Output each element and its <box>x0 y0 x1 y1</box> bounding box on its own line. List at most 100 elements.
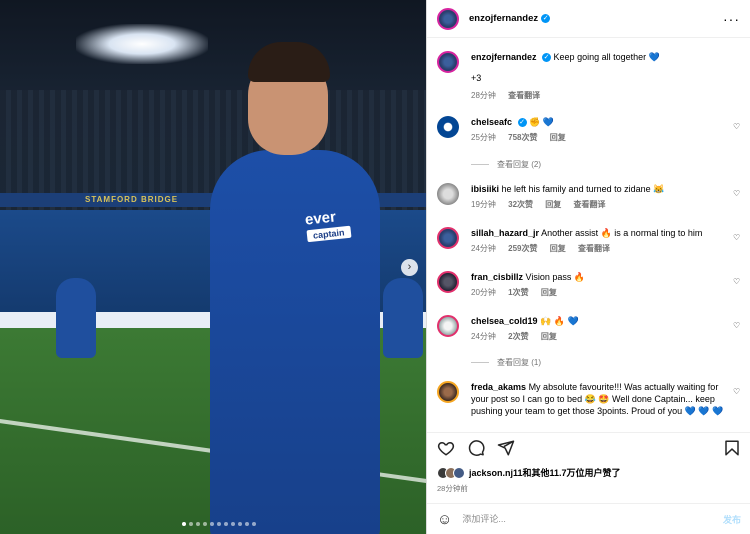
comment-likes[interactable]: 2次赞 <box>508 332 528 341</box>
reply-button[interactable]: 回复 <box>545 200 561 209</box>
reply-button[interactable]: 回复 <box>550 244 566 253</box>
commenter-avatar[interactable] <box>437 227 459 249</box>
comment-meta: 25分钟 758次赞 回复 <box>471 132 741 143</box>
like-comment-icon[interactable]: ♡ <box>733 277 741 286</box>
comment-text: chelseafc ✓ ✊ 💙 <box>471 116 727 128</box>
comment-item: ibisiiki he left his family and turned t… <box>437 183 741 210</box>
carousel-dot <box>196 522 200 526</box>
comment-icon[interactable] <box>467 439 485 457</box>
caption-avatar[interactable] <box>437 51 459 73</box>
carousel-dot <box>245 522 249 526</box>
caption-translate-link[interactable]: 查看翻译 <box>508 91 540 100</box>
commenter-avatar[interactable] <box>437 116 459 138</box>
share-icon[interactable] <box>497 439 515 457</box>
commenter-avatar[interactable] <box>437 381 459 403</box>
verified-icon: ✓ <box>542 53 552 63</box>
shirt-sponsor: ever <box>304 208 337 229</box>
comment-item: freda_akams My absolute favourite!!! Was… <box>437 381 741 417</box>
comment-time: 20分钟 <box>471 288 496 297</box>
caption-text: enzojfernandez ✓ Keep going all together… <box>471 51 727 63</box>
reply-button[interactable]: 回复 <box>550 133 566 142</box>
comment-likes[interactable]: 758次赞 <box>508 133 537 142</box>
comment-body: 🙌 🔥 💙 <box>540 316 579 326</box>
more-options-icon[interactable]: ··· <box>723 11 740 27</box>
comment-text: ibisiiki he left his family and turned t… <box>471 183 727 195</box>
comment-meta: 24分钟 259次赞 回复 查看翻译 <box>471 243 741 254</box>
like-comment-icon[interactable]: ♡ <box>733 321 741 330</box>
comment-input[interactable] <box>462 514 723 524</box>
commenter-avatar[interactable] <box>437 271 459 293</box>
action-bar <box>427 432 750 462</box>
caption-time: 28分钟 <box>471 91 496 100</box>
comment-body: Another assist 🔥 is a normal ting to him <box>541 228 703 238</box>
blue-heart-emoji: 💙 <box>648 52 660 62</box>
post-sidebar: enzojfernandez ✓ ··· enzojfernandez ✓ Ke… <box>426 0 750 534</box>
like-comment-icon[interactable]: ♡ <box>733 189 741 198</box>
comment-text: fran_cisbillz Vision pass 🔥 <box>471 271 727 283</box>
commenter-avatar[interactable] <box>437 315 459 337</box>
comment-time: 24分钟 <box>471 244 496 253</box>
comment-time: 25分钟 <box>471 133 496 142</box>
comments-list[interactable]: enzojfernandez ✓ Keep going all together… <box>427 39 750 432</box>
commenter-username[interactable]: freda_akams <box>471 382 526 392</box>
comment-meta: 20分钟 1次赞 回复 <box>471 287 741 298</box>
view-replies-button[interactable]: 查看回复 (2) <box>471 159 541 170</box>
commenter-avatar[interactable] <box>437 183 459 205</box>
comment-likes[interactable]: 259次赞 <box>508 244 537 253</box>
post-header: enzojfernandez ✓ ··· <box>427 0 750 38</box>
commenter-username[interactable]: chelseafc <box>471 117 512 127</box>
comment-item: fran_cisbillz Vision pass 🔥 20分钟 1次赞 回复 … <box>437 271 741 298</box>
commenter-username[interactable]: fran_cisbillz <box>471 272 523 282</box>
commenter-username[interactable]: sillah_hazard_jr <box>471 228 539 238</box>
reply-button[interactable]: 回复 <box>541 332 557 341</box>
author-avatar[interactable] <box>437 7 459 30</box>
comment-time: 19分钟 <box>471 200 496 209</box>
comment-likes[interactable]: 1次赞 <box>508 288 528 297</box>
comment-body: Vision pass 🔥 <box>525 272 586 282</box>
like-comment-icon[interactable]: ♡ <box>733 387 741 396</box>
like-comment-icon[interactable]: ♡ <box>733 122 741 131</box>
comment-likes[interactable]: 32次赞 <box>508 200 533 209</box>
carousel-dot <box>182 522 186 526</box>
verified-icon: ✓ <box>517 118 527 128</box>
next-image-button[interactable]: › <box>401 259 418 276</box>
caption-body: Keep going all together <box>553 52 647 62</box>
verified-icon: ✓ <box>541 14 551 23</box>
carousel-dot <box>224 522 228 526</box>
like-icon[interactable] <box>437 439 455 457</box>
translate-link[interactable]: 查看翻译 <box>574 200 606 209</box>
post-button[interactable]: 发布 <box>723 513 741 526</box>
translate-link[interactable]: 查看翻译 <box>578 244 610 253</box>
view-replies-button[interactable]: 查看回复 (1) <box>471 357 541 368</box>
author-username[interactable]: enzojfernandez <box>469 13 538 24</box>
background-player-right <box>383 278 423 358</box>
comment-text: freda_akams My absolute favourite!!! Was… <box>471 381 727 417</box>
floodlights <box>76 24 208 64</box>
reply-button[interactable]: 回复 <box>541 288 557 297</box>
comment-text: chelsea_cold19 🙌 🔥 💙 <box>471 315 727 327</box>
like-comment-icon[interactable]: ♡ <box>733 233 741 242</box>
player-body <box>210 150 380 534</box>
comment-meta: 24分钟 2次赞 回复 <box>471 331 741 342</box>
carousel-dot <box>210 522 214 526</box>
player-hair <box>248 42 330 82</box>
comment-meta: 19分钟 32次赞 回复 查看翻译 <box>471 199 741 210</box>
carousel-dot <box>203 522 207 526</box>
liker-avatar[interactable] <box>453 466 465 479</box>
post-photo[interactable]: STAMFORD BRIDGE ever captain › <box>0 0 426 534</box>
bookmark-icon[interactable] <box>723 439 741 457</box>
commenter-username[interactable]: chelsea_cold19 <box>471 316 538 326</box>
comment-body: ✊ 💙 <box>529 117 554 127</box>
carousel-dot <box>252 522 256 526</box>
caption-username[interactable]: enzojfernandez <box>471 52 537 62</box>
emoji-icon[interactable]: ☺ <box>437 511 452 528</box>
comment-body: he left his family and turned to zidane … <box>501 184 665 194</box>
commenter-username[interactable]: ibisiiki <box>471 184 499 194</box>
likes-text[interactable]: jackson.nj11和其他11.7万位用户赞了 <box>469 466 621 479</box>
carousel-dots <box>182 522 256 526</box>
carousel-dot <box>217 522 221 526</box>
comment-item: chelsea_cold19 🙌 🔥 💙 24分钟 2次赞 回复 ♡ <box>437 315 741 342</box>
caption-extra: +3 <box>471 73 482 83</box>
stadium-banner-text: STAMFORD BRIDGE <box>85 195 179 204</box>
comment-time: 24分钟 <box>471 332 496 341</box>
